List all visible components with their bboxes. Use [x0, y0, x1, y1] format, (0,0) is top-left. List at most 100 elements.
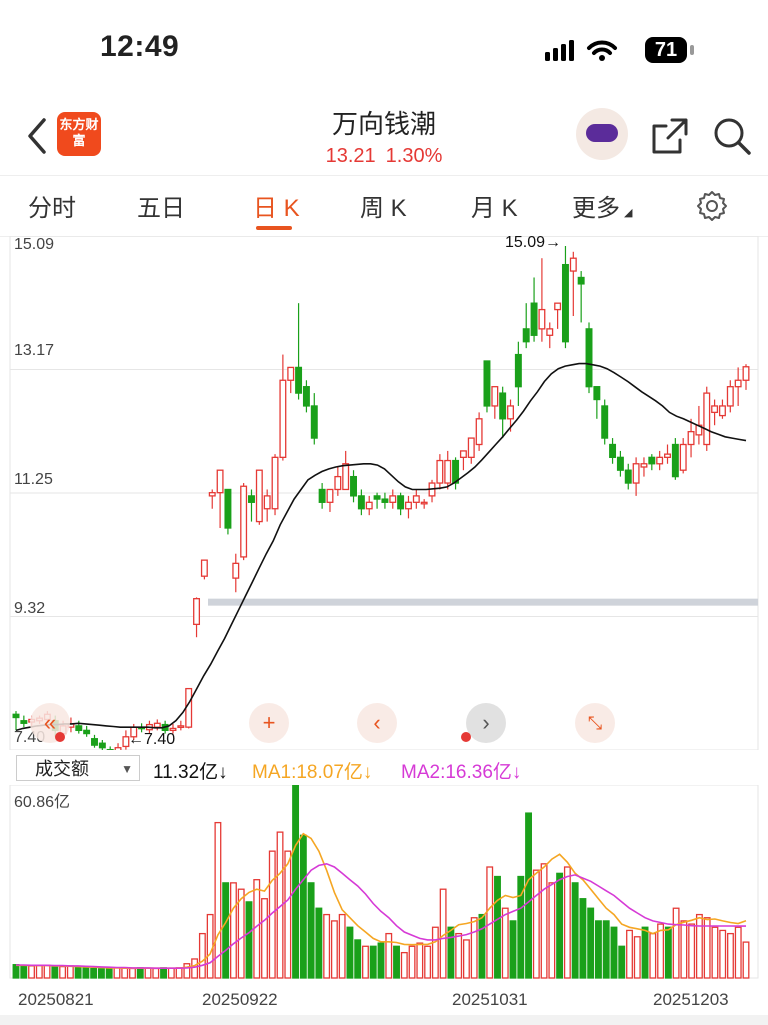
indicator-select[interactable]: 成交额 ▼ — [16, 755, 140, 781]
candle — [742, 366, 750, 381]
candle — [546, 328, 554, 336]
volume-bar — [610, 926, 618, 979]
tab-more[interactable]: 更多 ◢ — [572, 188, 632, 223]
candle — [514, 353, 522, 388]
battery-tip — [690, 45, 694, 55]
date-label-4: 20251203 — [653, 990, 729, 1009]
candle — [522, 328, 530, 343]
candle — [499, 392, 507, 420]
date-label-2: 20250922 — [202, 990, 278, 1009]
tab-intraday[interactable]: 分时 — [28, 188, 76, 223]
candle — [263, 495, 271, 510]
stock-change-pct: 1.30% — [385, 145, 443, 167]
volume-bar — [160, 967, 167, 979]
volume-bar — [136, 967, 144, 979]
volume-bar — [74, 966, 82, 979]
candle — [232, 562, 240, 579]
volume-bar — [90, 967, 98, 979]
ma2-value: MA2:16.36亿↓ — [401, 762, 522, 783]
volume-bar — [462, 939, 470, 979]
volume-bar — [595, 920, 602, 979]
volume-bar — [602, 920, 610, 979]
settings-gear-icon[interactable] — [696, 190, 728, 222]
volume-bar — [447, 926, 455, 979]
tab-five-day[interactable]: 五日 — [137, 188, 185, 223]
battery-indicator: 71 — [645, 37, 687, 63]
candle — [271, 456, 279, 510]
volume-bar — [478, 913, 486, 979]
volume-bar — [97, 968, 105, 979]
volume-bar — [664, 926, 672, 979]
candle — [585, 328, 593, 388]
volume-bar — [191, 958, 199, 979]
volume-bar-chart[interactable] — [0, 785, 768, 985]
candle — [467, 437, 475, 458]
tab-weekly-k[interactable]: 周 K — [360, 188, 407, 223]
candle — [412, 495, 420, 503]
search-icon[interactable] — [712, 116, 752, 156]
candle — [609, 443, 617, 458]
volume-bar — [688, 923, 696, 979]
candle — [491, 386, 499, 407]
candle — [310, 405, 318, 439]
volume-bar — [129, 967, 136, 979]
candle — [114, 747, 122, 750]
volume-bar — [323, 913, 331, 979]
volume-bar — [532, 869, 540, 979]
volume-bar — [641, 926, 649, 979]
volume-bar — [59, 965, 67, 979]
tab-daily-k[interactable]: 日 K — [253, 188, 300, 223]
candle — [20, 720, 28, 724]
candle — [279, 379, 287, 458]
candle — [483, 360, 491, 407]
volume-bar — [198, 932, 206, 979]
min-price-annotation: ←7.40 — [128, 731, 176, 748]
volume-bar — [618, 945, 626, 979]
volume-bar — [455, 932, 463, 979]
candle — [420, 501, 428, 505]
marker-dot-2 — [461, 732, 471, 742]
volume-bar — [51, 965, 59, 979]
volume-bar — [175, 967, 183, 979]
zoom-in-button[interactable]: + — [249, 703, 289, 743]
share-icon[interactable] — [650, 116, 690, 156]
candle — [153, 722, 161, 728]
scroll-right-button[interactable]: › — [466, 703, 506, 743]
volume-bar — [734, 926, 742, 979]
scroll-left-button[interactable]: ‹ — [357, 703, 397, 743]
volume-bar — [501, 907, 509, 979]
volume-bar — [548, 882, 556, 979]
candle — [656, 456, 664, 465]
tab-monthly-k[interactable]: 月 K — [471, 188, 518, 223]
candle — [302, 386, 310, 407]
volume-bar — [12, 964, 20, 979]
more-triangle-icon: ◢ — [624, 207, 633, 219]
candle — [224, 488, 232, 529]
volume-bar — [82, 966, 90, 979]
volume-bar — [563, 866, 571, 979]
max-price-annotation: 15.09→ — [505, 234, 562, 251]
volume-bar — [742, 941, 750, 979]
volume-bar — [307, 882, 315, 979]
date-label-1: 20250821 — [18, 990, 94, 1009]
volume-bar — [719, 929, 727, 979]
volume-bar — [416, 942, 424, 979]
candle — [703, 392, 711, 446]
candle — [342, 463, 350, 491]
volume-bar — [206, 913, 214, 979]
fullscreen-button[interactable]: ⤡ — [575, 703, 615, 743]
candle — [287, 366, 295, 381]
candle — [240, 485, 248, 558]
candle — [208, 492, 216, 497]
candle — [711, 405, 719, 414]
volume-bar — [330, 920, 338, 979]
candle — [83, 729, 91, 735]
candle — [601, 405, 609, 439]
volume-bar — [424, 945, 432, 979]
stock-price: 13.21 — [325, 145, 376, 167]
volume-bar — [354, 939, 362, 979]
volume-bar — [292, 785, 300, 979]
candlestick-chart[interactable] — [0, 236, 768, 750]
candle — [381, 498, 389, 503]
volume-value: 11.32亿↓ — [153, 762, 228, 783]
